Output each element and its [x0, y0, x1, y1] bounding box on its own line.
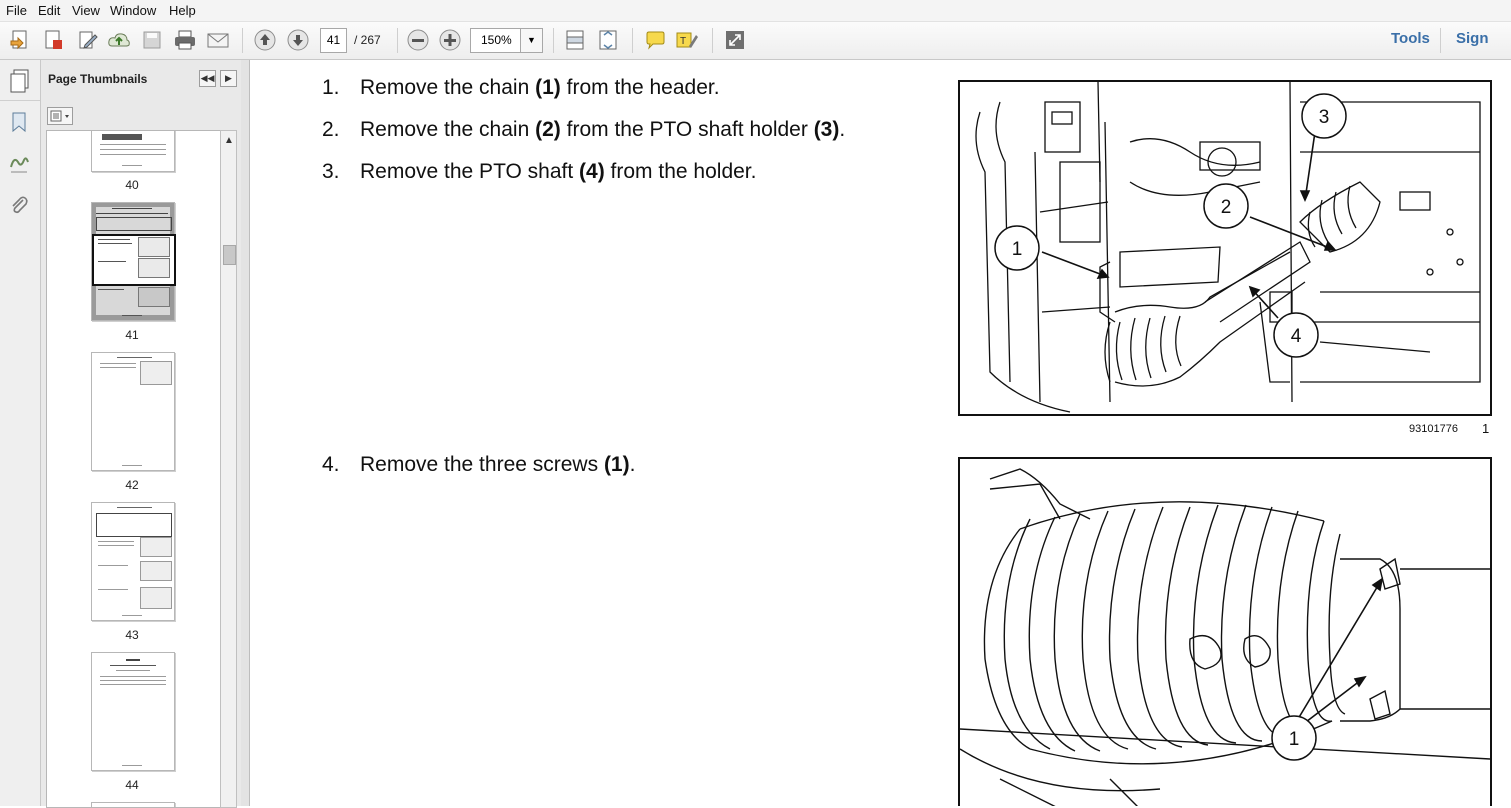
step-number: 1.: [322, 76, 340, 99]
email-icon[interactable]: [205, 27, 231, 53]
callout-2: 2: [1221, 197, 1232, 218]
save-icon[interactable]: [139, 27, 165, 53]
menu-help[interactable]: Help: [169, 3, 196, 18]
scroll-up-icon[interactable]: ▲: [224, 135, 234, 146]
page-total-label: / 267: [354, 33, 381, 47]
menu-view[interactable]: View: [72, 3, 100, 18]
page-thumbnails-icon[interactable]: [8, 68, 32, 99]
upload-cloud-icon[interactable]: [106, 27, 132, 53]
menu-window[interactable]: Window: [110, 3, 156, 18]
callout-4: 4: [1291, 326, 1302, 347]
page-thumbnail-selected[interactable]: [91, 202, 176, 321]
highlight-icon[interactable]: T: [674, 27, 700, 53]
page-thumbnail[interactable]: [91, 802, 175, 807]
menu-bar: File Edit View Window Help: [0, 0, 1511, 22]
page-thumbnail[interactable]: [91, 502, 175, 621]
page-thumbnail[interactable]: [91, 652, 175, 771]
create-pdf-icon[interactable]: [40, 27, 66, 53]
thumbnail-options-icon[interactable]: [47, 107, 73, 125]
callout-1: 1: [1012, 239, 1023, 260]
thumbnail-label: 41: [125, 328, 139, 342]
navigation-rail: [0, 60, 41, 806]
full-screen-icon[interactable]: [722, 27, 748, 53]
print-icon[interactable]: [172, 27, 198, 53]
step-2: 2. Remove the chain (2) from the PTO sha…: [322, 118, 922, 146]
step-number: 3.: [322, 160, 340, 183]
page-thumbnail[interactable]: [91, 352, 175, 471]
menu-edit[interactable]: Edit: [38, 3, 60, 18]
attachments-icon[interactable]: [8, 194, 30, 223]
callout-3: 3: [1319, 107, 1330, 128]
thumbnail-label: 44: [125, 778, 139, 792]
toolbar: 41 / 267 150% ▼ T Tools Sign: [0, 22, 1511, 60]
bookmarks-icon[interactable]: [8, 110, 30, 139]
step-text: Remove the chain (1) from the header.: [360, 76, 720, 99]
thumbnail-label: 42: [125, 478, 139, 492]
tools-button[interactable]: Tools: [1391, 30, 1430, 47]
zoom-out-icon[interactable]: [405, 27, 431, 53]
edit-icon[interactable]: [74, 27, 100, 53]
step-4: 4. Remove the three screws (1).: [322, 453, 922, 481]
figure-number: 1: [1482, 421, 1490, 436]
fit-width-icon[interactable]: [562, 27, 588, 53]
step-number: 4.: [322, 453, 340, 476]
signatures-icon[interactable]: [8, 152, 30, 181]
thumbnail-scrollbar[interactable]: ▲: [220, 130, 237, 808]
expand-panel-icon[interactable]: ▶: [220, 70, 237, 87]
figure-pto-boot: 1: [958, 457, 1492, 806]
panel-splitter[interactable]: [241, 60, 250, 806]
page-thumbnail[interactable]: [91, 131, 175, 172]
step-text: Remove the PTO shaft (4) from the holder…: [360, 160, 757, 183]
svg-text:T: T: [680, 36, 686, 47]
document-view[interactable]: 1. Remove the chain (1) from the header.…: [250, 60, 1511, 806]
pto-boot-illustration: 1: [960, 468, 1490, 806]
step-text: Remove the chain (2) from the PTO shaft …: [360, 118, 846, 141]
zoom-in-icon[interactable]: [437, 27, 463, 53]
step-text: Remove the three screws (1).: [360, 453, 636, 476]
create-icon[interactable]: [7, 27, 33, 53]
step-3: 3. Remove the PTO shaft (4) from the hol…: [322, 160, 922, 188]
step-number: 2.: [322, 118, 340, 141]
sign-button[interactable]: Sign: [1456, 30, 1489, 47]
figure-pto-shaft: 1 2 3 4: [958, 80, 1492, 416]
panel-title: Page Thumbnails: [48, 72, 148, 86]
step-1: 1. Remove the chain (1) from the header.: [322, 76, 922, 104]
menu-file[interactable]: File: [6, 3, 27, 18]
next-page-icon[interactable]: [285, 27, 311, 53]
previous-page-icon[interactable]: [252, 27, 278, 53]
thumbnail-label: 40: [125, 178, 139, 192]
thumbnail-label: 43: [125, 628, 139, 642]
scrollbar-thumb[interactable]: [223, 245, 236, 265]
page-number-input[interactable]: 41: [320, 28, 347, 53]
collapse-panel-icon[interactable]: ◀◀: [199, 70, 216, 87]
pto-shaft-illustration: 1 2 3 4: [975, 82, 1481, 413]
thumbnail-list[interactable]: 40 41 42 43 44: [46, 130, 222, 808]
zoom-dropdown-icon[interactable]: ▼: [520, 28, 543, 53]
fit-page-icon[interactable]: [595, 27, 621, 53]
comment-icon[interactable]: [642, 27, 668, 53]
callout-1: 1: [1289, 729, 1300, 750]
figure-id: 93101776: [1409, 423, 1458, 435]
